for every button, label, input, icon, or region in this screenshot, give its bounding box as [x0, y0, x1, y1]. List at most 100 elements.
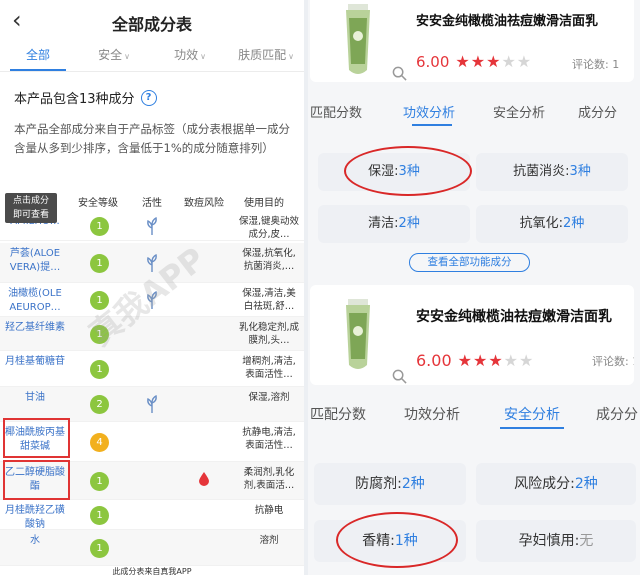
chip-value: 3种 — [569, 164, 591, 179]
help-icon[interactable]: ? — [140, 89, 157, 106]
active-tab-indicator — [10, 69, 66, 71]
safety-level-badge: 1 — [90, 216, 109, 236]
tab-match-score[interactable]: 匹配分数 — [310, 404, 366, 424]
safety-level-badge: 1 — [90, 538, 109, 558]
table-row[interactable]: 甘油 2 保湿,溶剂 — [0, 387, 304, 422]
price-row: 6.00 ★★★★★ — [416, 52, 532, 71]
ingredient-name[interactable]: 油橄榄(OLE AEUROP… — [4, 287, 66, 315]
table-row[interactable]: 月桂酰羟乙磺酸钠 1 抗静电 — [0, 500, 304, 530]
tab-safety[interactable]: 安全分析 — [493, 102, 545, 121]
col-activity: 活性 — [142, 198, 162, 209]
product-analysis-screen: 安安金纯橄榄油祛痘嫩滑洁面乳 6.00 ★★★★★ 评论数: 1 匹配分数 功效… — [308, 0, 640, 575]
tab-label: 安全 — [98, 48, 123, 62]
tab-label: 肤质匹配 — [238, 48, 287, 62]
ingredient-count-summary: 本产品包含13种成分 ? — [14, 88, 157, 107]
highlight-box-betaine — [3, 418, 70, 458]
tab-ingredients[interactable]: 成分分 — [596, 404, 638, 424]
star-icon: ★ — [457, 351, 473, 370]
table-row[interactable]: 月桂基葡糖苷 1 增稠剂,清洁,表面活性… — [0, 351, 304, 387]
tab-2[interactable]: 功效 ∨ — [152, 40, 228, 71]
safety-risk-ingredients[interactable]: 风险成分:2种 — [476, 463, 636, 505]
rating-stars: ★★★★★ — [455, 52, 532, 71]
search-icon[interactable] — [392, 66, 407, 81]
ingredient-list-screen: ‹ 全部成分表 全部 安全 ∨ 功效 ∨ 肤质匹配 ∨ 本产品包含13种成分 ? 本产品全部… — [0, 0, 304, 575]
highlight-box-glycol-stearate — [3, 460, 70, 500]
chip-label: 风险成分: — [514, 476, 575, 492]
rating-stars: ★★★★★ — [458, 351, 535, 370]
chip-value: 2种 — [563, 216, 585, 231]
usage-purpose: 保湿,抗氧化,抗菌消炎,… — [242, 248, 296, 272]
product-tube-image — [346, 4, 370, 74]
table-row[interactable]: 羟乙基纤维素 1 乳化稳定剂,成膜剂,头… — [0, 317, 304, 351]
tip-line-2: 即可查看 — [12, 210, 49, 220]
view-all-functional-button[interactable]: 查看全部功能成分 — [409, 253, 530, 272]
table-row[interactable]: 水 1 溶剂 — [0, 530, 304, 566]
highlight-ellipse-moisture — [344, 146, 472, 196]
star-icon: ★ — [472, 351, 489, 370]
tab-safety[interactable]: 安全分析 — [504, 404, 560, 424]
filter-tabs: 全部 安全 ∨ 功效 ∨ 肤质匹配 ∨ — [0, 40, 304, 72]
active-tab-indicator — [500, 427, 564, 429]
ingredient-name[interactable]: 月桂酰羟乙磺酸钠 — [4, 504, 66, 532]
chevron-down-icon: ∨ — [288, 52, 294, 61]
efficacy-antioxidant[interactable]: 抗氧化:2种 — [476, 205, 628, 243]
highlight-ellipse-fragrance — [336, 512, 458, 568]
safety-level-badge: 1 — [90, 253, 109, 273]
price: 6.00 — [416, 52, 450, 71]
product-title: 安安金纯橄榄油祛痘嫩滑洁面乳 — [416, 14, 599, 29]
chip-label: 孕妇慎用: — [518, 533, 580, 549]
chip-label: 抗菌消炎: — [513, 164, 570, 179]
tab-ingredients[interactable]: 成分分 — [578, 102, 617, 121]
usage-purpose: 增稠剂,清洁,表面活性… — [242, 356, 296, 380]
leaf-icon — [147, 216, 157, 235]
efficacy-antibacterial[interactable]: 抗菌消炎:3种 — [476, 153, 628, 191]
star-icon: ★ — [455, 52, 471, 71]
safety-preservative[interactable]: 防腐剂:2种 — [314, 463, 466, 505]
product-tube-image — [346, 299, 370, 369]
usage-purpose: 溶剂 — [259, 535, 279, 546]
efficacy-cleansing[interactable]: 清洁:2种 — [318, 205, 470, 243]
usage-purpose: 抗静电,清洁,表面活性… — [242, 427, 296, 451]
tab-0[interactable]: 全部 — [0, 40, 76, 71]
product-title: 安安金纯橄榄油祛痘嫩滑洁面乳 — [416, 309, 612, 325]
tab-label: 功效 — [174, 48, 199, 62]
analysis-tabs-2: 匹配分数 功效分析 安全分析 成分分 — [308, 398, 640, 432]
tab-3[interactable]: 肤质匹配 ∨ — [228, 40, 304, 71]
safety-pregnancy-caution[interactable]: 孕妇慎用:无 — [476, 520, 636, 562]
ingredient-name[interactable]: 芦荟(ALOE VERA)提… — [4, 247, 66, 275]
tab-match-score[interactable]: 匹配分数 — [310, 102, 362, 121]
search-icon[interactable] — [392, 369, 407, 384]
safety-level-badge: 1 — [90, 471, 109, 491]
price: 6.00 — [416, 351, 452, 370]
review-count: 评论数: 1 — [592, 355, 634, 368]
tab-1[interactable]: 安全 ∨ — [76, 40, 152, 71]
usage-purpose: 乳化稳定剂,成膜剂,头… — [238, 322, 300, 346]
ingredient-name[interactable]: 羟乙基纤维素 — [4, 321, 66, 335]
safety-level-badge: 4 — [90, 432, 109, 452]
ingredient-name[interactable]: 月桂基葡糖苷 — [4, 355, 66, 369]
price-row: 6.00 ★★★★★ — [416, 351, 534, 370]
chip-value: 2种 — [401, 476, 425, 492]
usage-purpose: 抗静电 — [254, 505, 284, 516]
tab-efficacy[interactable]: 功效分析 — [403, 102, 455, 121]
safety-level-badge: 1 — [90, 505, 109, 525]
chip-value: 无 — [579, 533, 594, 549]
star-icon: ★ — [488, 351, 504, 370]
product-card-1[interactable]: 安安金纯橄榄油祛痘嫩滑洁面乳 6.00 ★★★★★ 评论数: 1 — [310, 0, 634, 82]
ingredient-name[interactable]: 水 — [4, 534, 66, 548]
usage-purpose: 保湿,键奥动效成分,皮… — [238, 216, 300, 240]
tap-hint-tooltip: 点击成分 即可查看 — [5, 193, 57, 223]
tip-line-1: 点击成分 — [12, 196, 49, 206]
ingredient-name[interactable]: 甘油 — [4, 391, 66, 405]
star-icon: ★ — [519, 351, 535, 370]
tab-efficacy[interactable]: 功效分析 — [404, 404, 460, 424]
review-count: 评论数: 1 — [572, 58, 620, 71]
star-icon: ★ — [470, 52, 487, 71]
product-card-2[interactable]: 安安金纯橄榄油祛痘嫩滑洁面乳 6.00 ★★★★★ 评论数: 1 — [310, 285, 634, 385]
safety-level-badge: 2 — [90, 395, 109, 414]
header-bar: ‹ 全部成分表 — [0, 0, 304, 40]
analysis-tabs-1: 匹配分数 功效分析 安全分析 成分分 — [308, 96, 640, 130]
active-tab-indicator — [412, 124, 452, 126]
page-title: 全部成分表 — [111, 15, 192, 34]
tab-label: 全部 — [25, 48, 50, 62]
